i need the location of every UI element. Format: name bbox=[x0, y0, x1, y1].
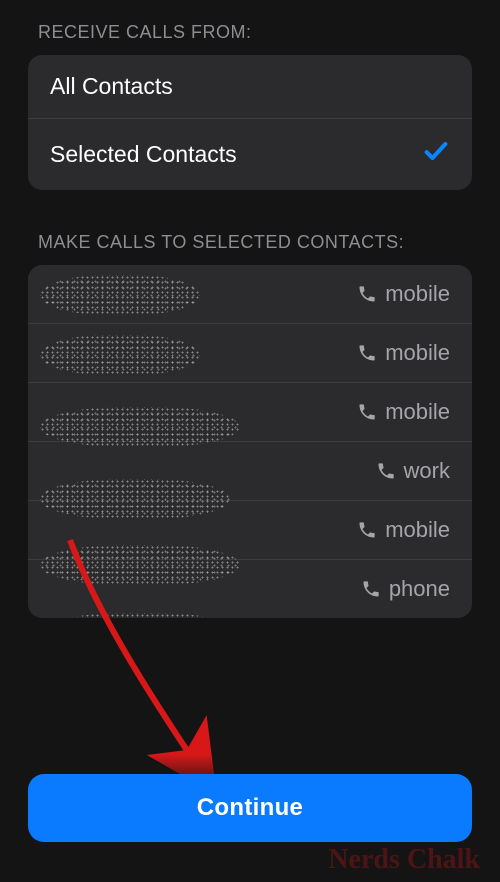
phone-type-label: work bbox=[404, 458, 450, 484]
phone-type-label: mobile bbox=[385, 399, 450, 425]
phone-icon bbox=[357, 343, 377, 363]
option-label: Selected Contacts bbox=[50, 141, 237, 168]
contact-row[interactable]: phone bbox=[28, 559, 472, 618]
receive-calls-header: RECEIVE CALLS FROM: bbox=[0, 0, 500, 55]
option-label: All Contacts bbox=[50, 73, 173, 100]
phone-icon bbox=[361, 579, 381, 599]
contact-row[interactable]: mobile bbox=[28, 265, 472, 323]
contact-row[interactable]: mobile bbox=[28, 382, 472, 441]
continue-button[interactable]: Continue bbox=[28, 774, 472, 842]
contact-row[interactable]: mobile bbox=[28, 323, 472, 382]
option-all-contacts[interactable]: All Contacts bbox=[28, 55, 472, 118]
watermark: Nerds Chalk bbox=[328, 844, 480, 876]
phone-type-label: mobile bbox=[385, 281, 450, 307]
phone-icon bbox=[357, 402, 377, 422]
phone-icon bbox=[357, 520, 377, 540]
phone-icon bbox=[357, 284, 377, 304]
phone-type-label: phone bbox=[389, 576, 450, 602]
phone-type-label: mobile bbox=[385, 517, 450, 543]
contact-row[interactable]: mobile bbox=[28, 500, 472, 559]
receive-calls-card: All Contacts Selected Contacts bbox=[28, 55, 472, 190]
phone-icon bbox=[376, 461, 396, 481]
contact-row[interactable]: work bbox=[28, 441, 472, 500]
option-selected-contacts[interactable]: Selected Contacts bbox=[28, 118, 472, 190]
phone-type-label: mobile bbox=[385, 340, 450, 366]
checkmark-icon bbox=[422, 137, 450, 172]
selected-contacts-list: mobile mobile mobile work mobile phone bbox=[28, 265, 472, 618]
make-calls-header: MAKE CALLS TO SELECTED CONTACTS: bbox=[0, 190, 500, 265]
